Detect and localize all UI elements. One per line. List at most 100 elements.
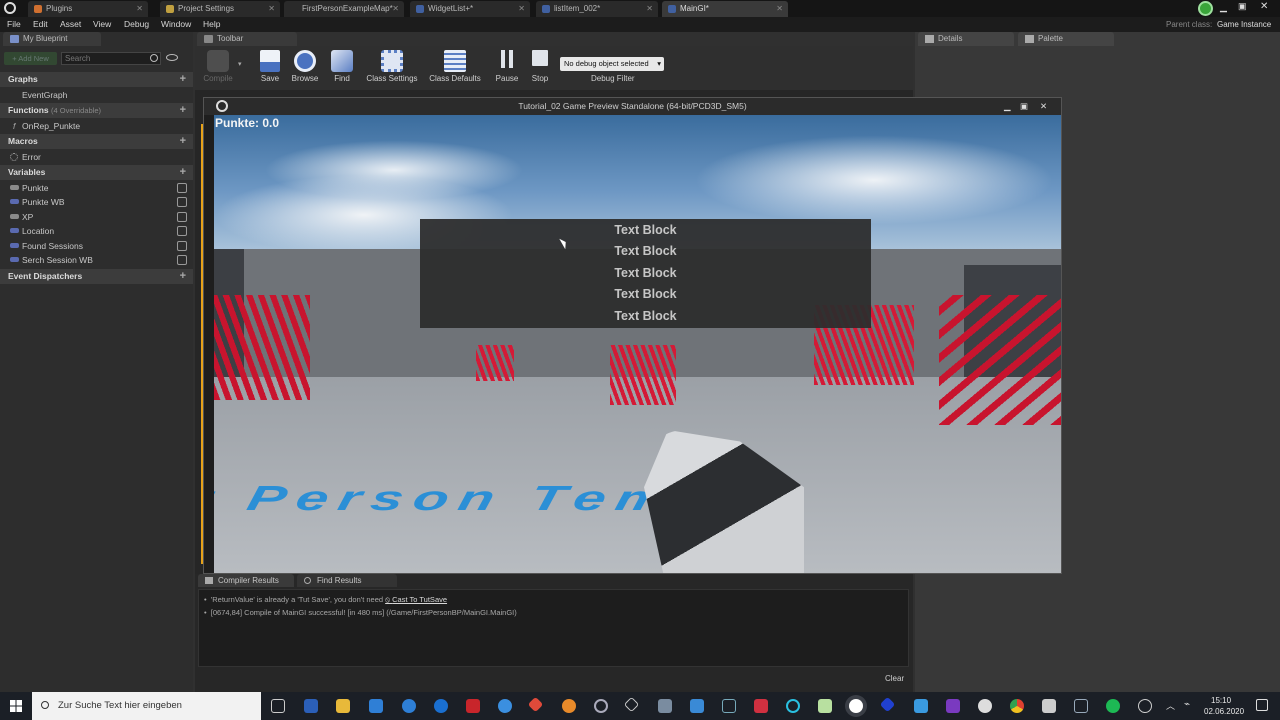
browse-button[interactable]: Browse <box>289 50 321 83</box>
clear-button[interactable]: Clear <box>885 674 904 683</box>
app-icon[interactable] <box>786 699 800 713</box>
menu-help[interactable]: Help <box>203 17 220 32</box>
class-defaults-button[interactable]: Class Defaults <box>427 50 483 83</box>
visibility-toggle[interactable] <box>177 197 187 207</box>
tray-chevron-up-icon[interactable]: ︿ <box>1166 699 1175 712</box>
tab-details[interactable]: Details <box>918 32 1014 46</box>
minimize-button[interactable]: ▁ <box>1004 98 1011 115</box>
functions-header[interactable]: Functions (4 Overridable) + <box>0 103 193 118</box>
variable-item[interactable]: Punkte <box>0 181 193 195</box>
app-icon[interactable] <box>658 699 672 713</box>
app-icon[interactable] <box>978 699 992 713</box>
filezilla-icon[interactable] <box>466 699 480 713</box>
maximize-button[interactable]: ▣ <box>1020 98 1028 115</box>
blender-icon[interactable] <box>562 699 576 713</box>
tab-palette[interactable]: Palette <box>1018 32 1114 46</box>
notifications-icon[interactable] <box>1256 699 1268 711</box>
tab-compiler-results[interactable]: Compiler Results <box>198 574 294 587</box>
app-icon[interactable] <box>498 699 512 713</box>
menu-asset[interactable]: Asset <box>60 17 81 32</box>
close-icon[interactable]: ✕ <box>268 1 275 17</box>
close-icon[interactable]: ✕ <box>518 1 525 17</box>
git-icon[interactable] <box>527 696 544 713</box>
task-view-icon[interactable] <box>271 699 285 713</box>
compile-button[interactable]: Compile <box>199 50 237 83</box>
app-icon[interactable] <box>722 699 736 713</box>
tab-toolbar[interactable]: Toolbar <box>197 32 297 46</box>
add-graph-icon[interactable]: + <box>180 72 186 87</box>
tab-widgetlist[interactable]: WidgetList+* ✕ <box>410 1 530 17</box>
save-button[interactable]: Save <box>255 50 285 83</box>
close-window-button[interactable]: ✕ <box>1040 98 1047 115</box>
menu-edit[interactable]: Edit <box>33 17 48 32</box>
app-icon[interactable] <box>1138 699 1152 713</box>
variables-header[interactable]: Variables + <box>0 165 193 180</box>
windows-start-icon[interactable] <box>10 700 22 712</box>
node-link[interactable]: ⦸ Cast To TutSave <box>385 595 447 604</box>
spotify-icon[interactable] <box>1106 699 1120 713</box>
visibility-toggle[interactable] <box>177 226 187 236</box>
maximize-button[interactable]: ▣ <box>1238 1 1250 12</box>
obs-icon[interactable] <box>594 699 608 713</box>
pause-button[interactable]: Pause <box>492 50 522 83</box>
text-block-list-widget[interactable]: Text Block Text Block Text Block Text Bl… <box>420 219 871 328</box>
file-explorer-icon[interactable] <box>336 699 350 713</box>
source-control-icon[interactable] <box>1198 1 1213 16</box>
tab-maingi[interactable]: MainGI* ✕ <box>662 1 788 17</box>
app-icon[interactable] <box>914 699 928 713</box>
graphs-header[interactable]: Graphs + <box>0 72 193 87</box>
add-macro-icon[interactable]: + <box>180 134 186 149</box>
app-icon[interactable] <box>818 699 832 713</box>
variable-item[interactable]: Serch Session WB <box>0 253 193 267</box>
word-icon[interactable] <box>304 699 318 713</box>
menu-view[interactable]: View <box>93 17 111 32</box>
mail-icon[interactable] <box>369 699 383 713</box>
edge-icon[interactable] <box>402 699 416 713</box>
game-preview-window[interactable]: Tutorial_02 Game Preview Standalone (64-… <box>203 97 1062 574</box>
tab-project-settings[interactable]: Project Settings ✕ <box>160 1 280 17</box>
chrome-icon[interactable] <box>1010 699 1024 713</box>
chevron-down-icon[interactable]: ▾ <box>238 60 242 68</box>
unreal-engine-icon[interactable] <box>849 699 863 713</box>
visibility-toggle[interactable] <box>177 183 187 193</box>
macros-header[interactable]: Macros + <box>0 134 193 149</box>
macro-item-error[interactable]: Error <box>0 150 193 164</box>
menu-debug[interactable]: Debug <box>124 17 149 32</box>
close-window-button[interactable]: ✕ <box>1260 1 1272 12</box>
visibility-toggle[interactable] <box>177 241 187 251</box>
menu-file[interactable]: File <box>7 17 21 32</box>
debug-object-select[interactable]: No debug object selected ▾ <box>560 57 664 71</box>
taskbar-search-input[interactable]: Zur Suche Text hier eingeben <box>32 692 261 720</box>
add-new-button[interactable]: + Add New <box>4 52 57 65</box>
minimize-button[interactable]: ▁ <box>1220 2 1232 13</box>
function-item[interactable]: f OnRep_Punkte <box>0 119 193 133</box>
variable-item[interactable]: Punkte WB <box>0 195 193 209</box>
close-icon[interactable]: ✕ <box>136 1 143 17</box>
app-icon[interactable] <box>690 699 704 713</box>
tab-map[interactable]: FirstPersonExampleMap* ✕ <box>284 1 404 17</box>
unreal-logo-icon[interactable] <box>4 2 16 14</box>
parent-class-value[interactable]: Game Instance <box>1217 17 1271 32</box>
visibility-eye-icon[interactable] <box>166 54 178 61</box>
edge-legacy-icon[interactable] <box>434 699 448 713</box>
search-icon[interactable] <box>150 54 158 62</box>
tab-find-results[interactable]: Find Results <box>297 574 397 587</box>
tab-plugins[interactable]: Plugins ✕ <box>28 1 148 17</box>
game-viewport[interactable]: r Person Tem Punkte: 0.0 Text Block Text… <box>214 115 1061 573</box>
variable-item[interactable]: XP <box>0 210 193 224</box>
app-icon[interactable] <box>879 696 896 713</box>
stop-button[interactable]: Stop <box>527 50 553 83</box>
search-input[interactable]: Search <box>61 52 161 65</box>
app-icon[interactable] <box>754 699 768 713</box>
clock-date[interactable]: 02.06.2020 <box>1204 707 1244 716</box>
tab-my-blueprint[interactable]: My Blueprint <box>3 32 101 46</box>
app-icon[interactable] <box>1074 699 1088 713</box>
visibility-toggle[interactable] <box>177 255 187 265</box>
add-function-icon[interactable]: + <box>180 103 186 118</box>
close-icon[interactable]: ✕ <box>776 1 783 17</box>
network-icon[interactable]: ⌁ <box>1184 699 1190 710</box>
game-window-titlebar[interactable]: Tutorial_02 Game Preview Standalone (64-… <box>204 98 1061 115</box>
tab-listitem[interactable]: listItem_002* ✕ <box>536 1 658 17</box>
variable-item[interactable]: Found Sessions <box>0 239 193 253</box>
close-icon[interactable]: ✕ <box>646 1 653 17</box>
